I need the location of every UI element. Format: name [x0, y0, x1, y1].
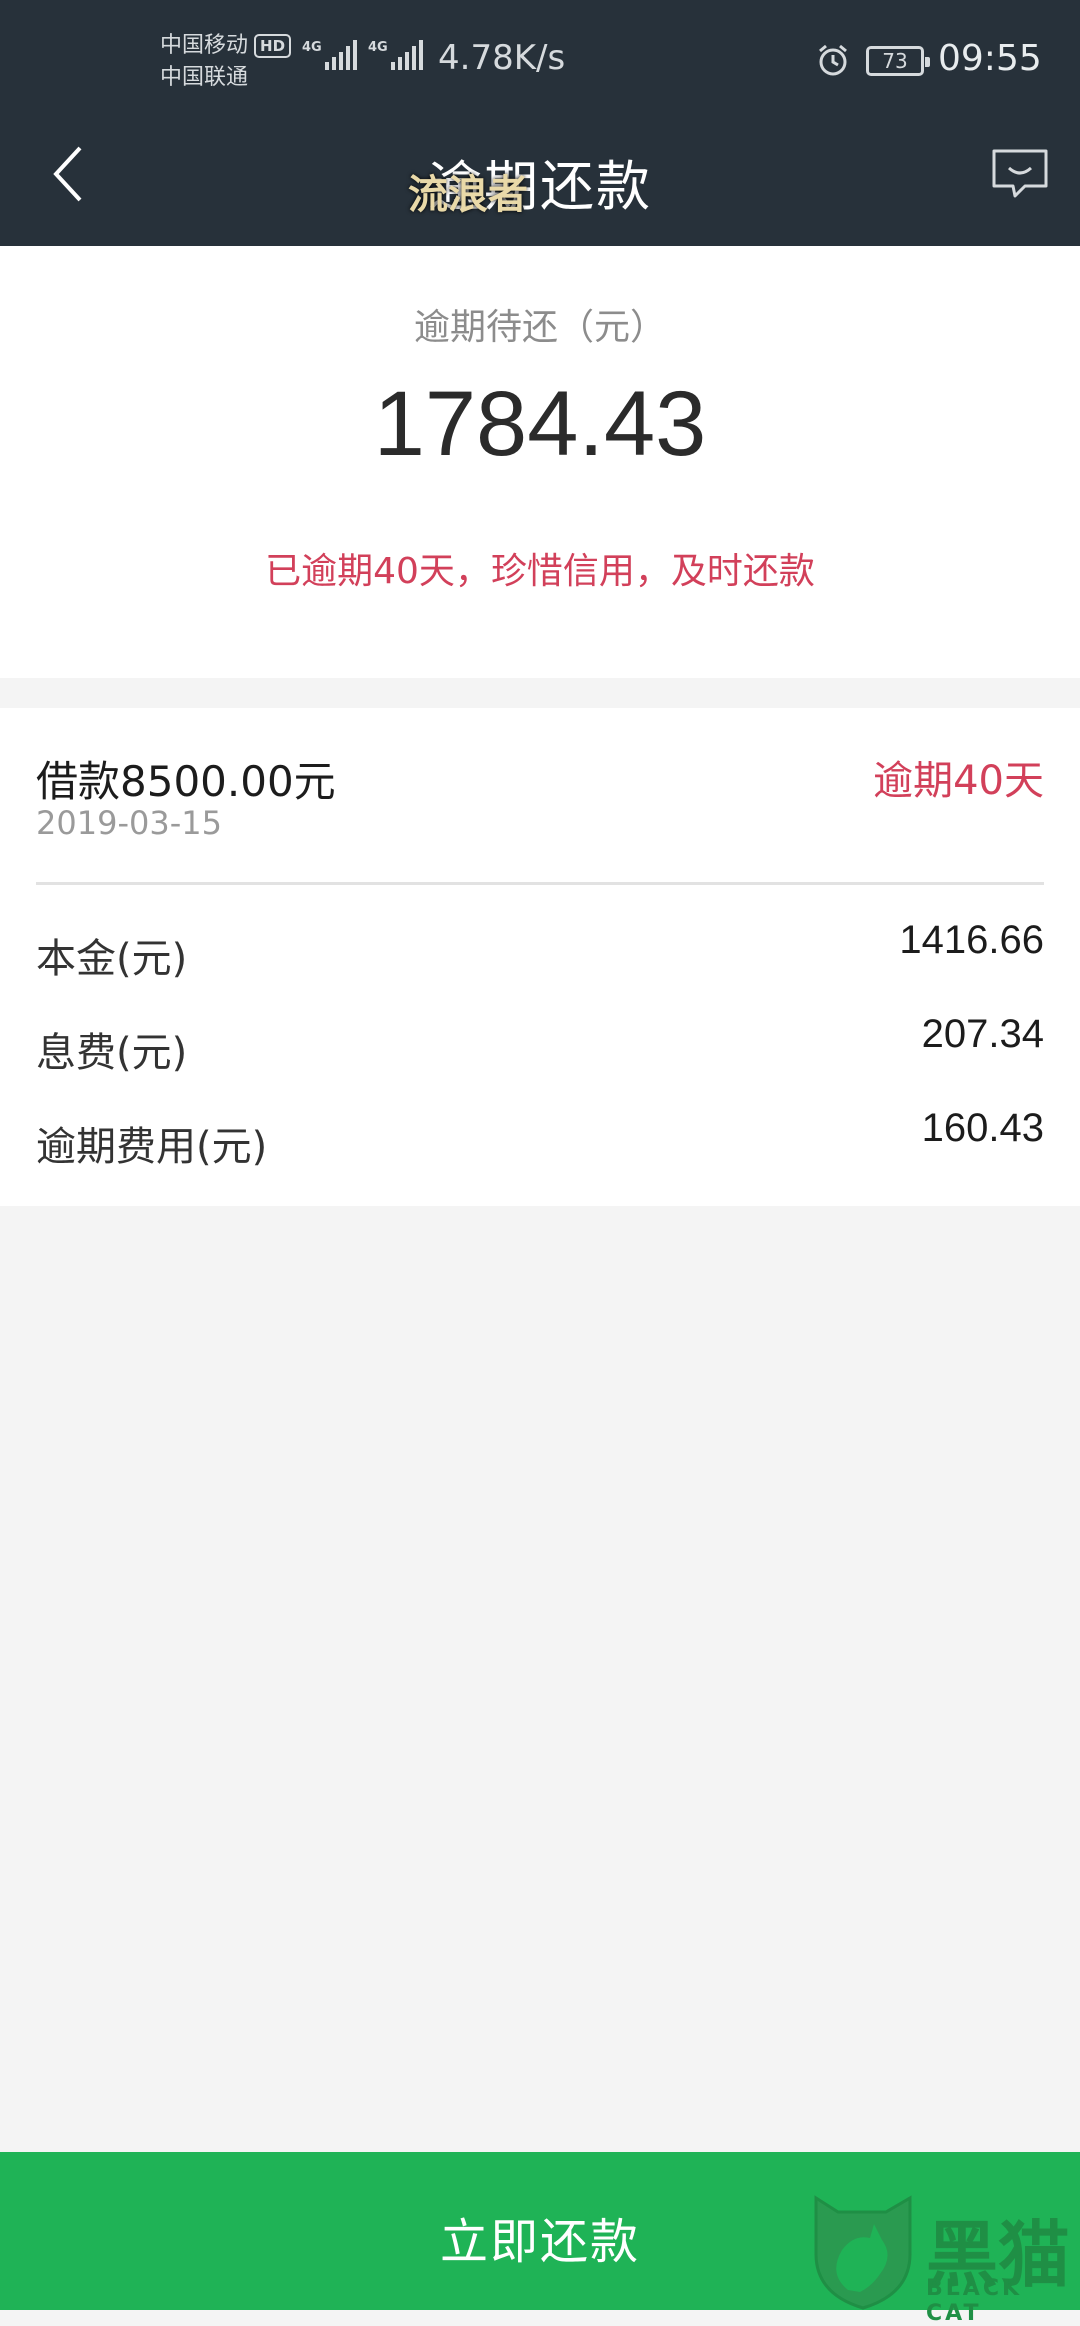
interest-fee-label: 息费(元): [36, 1030, 188, 1076]
carrier-info: 中国移动 HD 中国联通: [160, 30, 292, 94]
overlay-watermark-text: 流浪者: [408, 172, 528, 218]
nav-bar: 逾期还款 流浪者: [0, 120, 1080, 246]
loan-title: 借款8500.00元: [36, 757, 336, 806]
pay-now-button[interactable]: 立即还款 黑猫 BLACK CAT: [0, 2152, 1080, 2326]
principal-value: 1416.66: [899, 918, 1044, 962]
overdue-days-tag: 逾期40天: [873, 758, 1044, 804]
carrier-primary: 中国移动: [160, 33, 249, 58]
loan-detail-card: 借款8500.00元 2019-03-15 逾期40天 本金(元) 1416.6…: [0, 708, 1080, 1206]
loan-date: 2019-03-15: [36, 804, 222, 842]
status-bar: 中国移动 HD 中国联通 4G 4G 4.78K/s 73 09:55: [0, 0, 1080, 120]
black-cat-watermark: 黑猫 BLACK CAT: [808, 2194, 1080, 2326]
overdue-summary-card: 逾期待还（元） 1784.43 已逾期40天，珍惜信用，及时还款: [0, 246, 1080, 678]
overdue-notice: 已逾期40天，珍惜信用，及时还款: [265, 551, 815, 592]
watermark-en: BLACK CAT: [926, 2276, 1023, 2326]
overdue-amount: 1784.43: [373, 373, 707, 475]
interest-fee-value: 207.34: [921, 1012, 1044, 1056]
overdue-fee-value: 160.43: [921, 1106, 1044, 1150]
top-bar: 中国移动 HD 中国联通 4G 4G 4.78K/s 73 09:55 逾期还款…: [0, 0, 1080, 246]
cat-shield-icon: [814, 2195, 912, 2310]
alarm-icon: [815, 42, 851, 82]
overdue-fee-label: 逾期费用(元): [36, 1124, 268, 1170]
status-time: 09:55: [938, 38, 1042, 79]
customer-service-button[interactable]: [988, 142, 1052, 206]
signal-strength-icon: 4G: [302, 40, 360, 70]
carrier-secondary: 中国联通: [160, 65, 249, 90]
hd-badge: HD: [254, 34, 292, 58]
signal-strength-icon: 4G: [368, 40, 426, 70]
signal-network-tag: 4G: [368, 40, 388, 55]
signal-network-tag: 4G: [302, 40, 322, 55]
page-title: 逾期还款: [428, 155, 652, 218]
overdue-amount-label: 逾期待还（元）: [413, 307, 666, 348]
principal-label: 本金(元): [36, 936, 188, 982]
network-speed: 4.78K/s: [438, 38, 566, 78]
battery-icon: 73: [866, 46, 930, 76]
chat-bubble-icon: [992, 149, 1048, 198]
divider: [36, 882, 1044, 885]
